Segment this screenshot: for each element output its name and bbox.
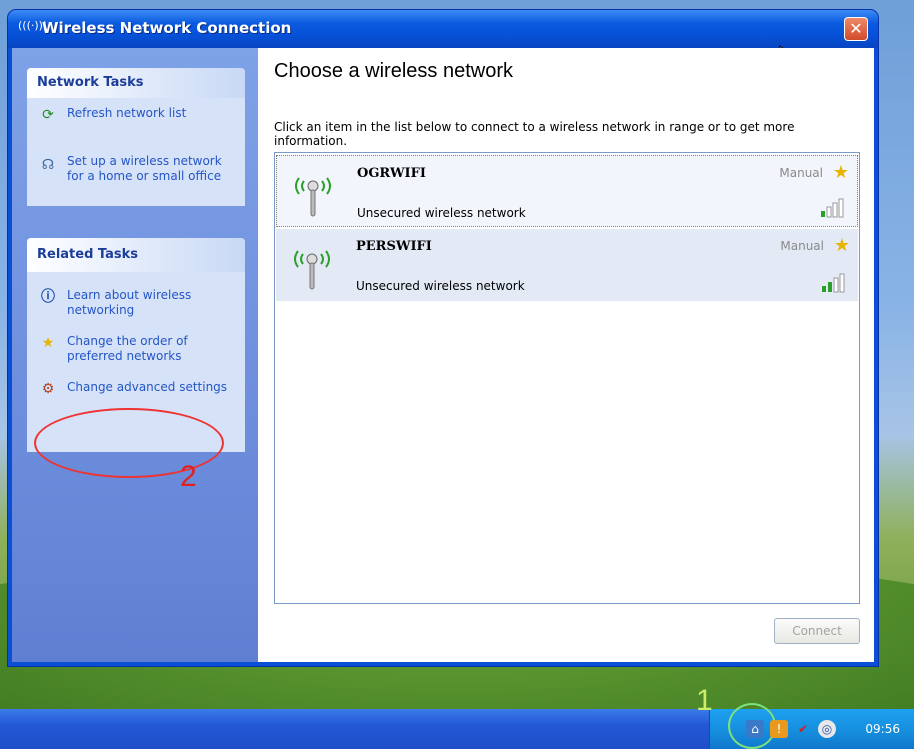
- info-icon: ⓘ: [41, 289, 55, 305]
- window-title: Wireless Network Connection: [42, 19, 292, 37]
- main-panel: Choose a wireless network Click an item …: [274, 48, 864, 662]
- taskbar: ⌂ ! ✔ ◎ 09:56: [0, 703, 914, 749]
- advanced-label: Change advanced settings: [67, 380, 228, 394]
- setup-label: Set up a wireless network for a home or …: [67, 154, 222, 183]
- network-security-status: Unsecured wireless network: [356, 279, 525, 293]
- system-tray: ⌂ ! ✔ ◎ 09:56: [709, 703, 914, 749]
- setup-wizard-icon: ☊: [41, 157, 55, 173]
- security-tray-icon[interactable]: !: [770, 720, 788, 738]
- network-tasks-panel: Network Tasks ⟳ Refresh network list ☊ S…: [27, 68, 245, 206]
- step-1-label: 1: [696, 684, 713, 717]
- instructions-text: Click an item in the list below to conne…: [274, 120, 795, 148]
- change-order-link[interactable]: ★ Change the order of preferred networks: [27, 326, 245, 372]
- learn-wireless-link[interactable]: ⓘ Learn about wireless networking: [27, 280, 245, 326]
- network-name: OGRWIFI: [357, 166, 426, 181]
- wireless-antenna-icon: [295, 177, 331, 217]
- wireless-window: (((·))) Wireless Network Connection ✕ Ne…: [8, 10, 878, 666]
- wireless-signal-icon: (((·))): [18, 19, 48, 32]
- close-button[interactable]: ✕: [844, 17, 868, 41]
- learn-label: Learn about wireless networking: [67, 288, 192, 317]
- network-type-label: Manual: [779, 166, 823, 180]
- settings-icon: ⚙: [41, 381, 55, 397]
- step-2-label: 2: [180, 460, 197, 493]
- refresh-network-list-link[interactable]: ⟳ Refresh network list: [27, 98, 245, 138]
- page-title: Choose a wireless network: [274, 60, 513, 82]
- preferred-star-icon: ★: [833, 235, 850, 256]
- wireless-antenna-icon: [294, 250, 330, 290]
- refresh-icon: ⟳: [42, 107, 54, 123]
- preferred-star-icon: ★: [832, 162, 849, 183]
- app-tray-icon[interactable]: ✔: [794, 720, 812, 738]
- network-security-status: Unsecured wireless network: [357, 206, 526, 220]
- setup-wireless-network-link[interactable]: ☊ Set up a wireless network for a home o…: [27, 138, 245, 206]
- wireless-tray-icon[interactable]: ⌂: [746, 720, 764, 738]
- network-name: PERSWIFI: [356, 239, 432, 254]
- network-row-perswifi[interactable]: PERSWIFI Unsecured wireless network Manu…: [276, 229, 858, 301]
- star-icon: ★: [41, 335, 55, 351]
- title-bar[interactable]: (((·))) Wireless Network Connection ✕: [8, 10, 878, 48]
- signal-strength-icon: [821, 198, 844, 218]
- change-order-label: Change the order of preferred networks: [67, 334, 188, 363]
- network-row-ogrwifi[interactable]: OGRWIFI Unsecured wireless network Manua…: [276, 155, 858, 227]
- signal-strength-icon: [822, 273, 845, 293]
- network-tasks-heading: Network Tasks: [27, 68, 245, 98]
- refresh-label: Refresh network list: [67, 106, 187, 120]
- connect-button[interactable]: Connect: [774, 618, 860, 644]
- network-list: OGRWIFI Unsecured wireless network Manua…: [274, 152, 860, 604]
- volume-tray-icon[interactable]: ◎: [818, 720, 836, 738]
- task-sidebar: Network Tasks ⟳ Refresh network list ☊ S…: [12, 48, 258, 662]
- window-client-area: Network Tasks ⟳ Refresh network list ☊ S…: [12, 48, 874, 662]
- related-tasks-heading: Related Tasks: [27, 238, 245, 272]
- change-advanced-settings-link[interactable]: ⚙ Change advanced settings: [27, 372, 245, 412]
- network-type-label: Manual: [780, 239, 824, 253]
- clock: 09:56: [865, 722, 900, 736]
